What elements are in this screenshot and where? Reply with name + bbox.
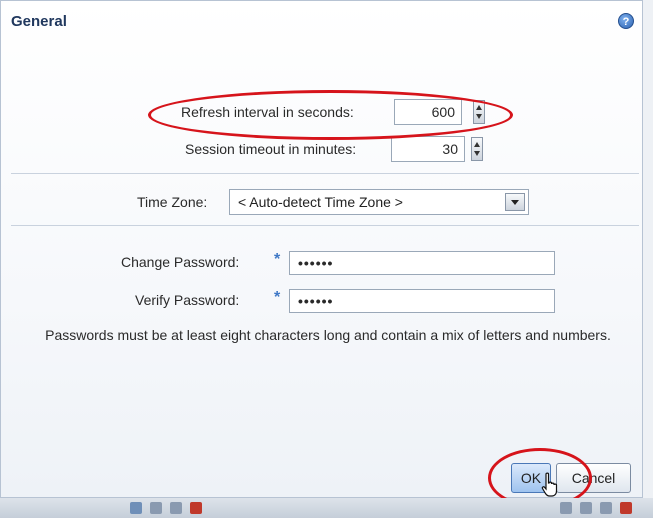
hand-cursor-icon bbox=[541, 472, 558, 497]
toolbar-icon bbox=[130, 502, 142, 514]
refresh-interval-stepper[interactable] bbox=[473, 100, 485, 124]
required-marker: * bbox=[274, 251, 281, 268]
verify-password-field[interactable]: •••••• bbox=[289, 289, 555, 313]
background-toolbar bbox=[0, 498, 653, 518]
time-zone-select[interactable]: < Auto-detect Time Zone > bbox=[229, 189, 529, 215]
refresh-interval-label: Refresh interval in seconds: bbox=[181, 104, 354, 120]
delete-icon bbox=[190, 502, 202, 514]
required-marker: * bbox=[274, 289, 281, 306]
divider bbox=[11, 225, 639, 226]
delete-icon bbox=[620, 502, 632, 514]
help-icon[interactable]: ? bbox=[618, 13, 634, 29]
session-timeout-label: Session timeout in minutes: bbox=[185, 141, 357, 157]
change-password-field[interactable]: •••••• bbox=[289, 251, 555, 275]
refresh-interval-input[interactable]: 600 bbox=[394, 99, 462, 125]
verify-password-label: Verify Password: bbox=[135, 292, 240, 308]
dialog-title: General bbox=[11, 13, 67, 30]
session-timeout-input[interactable]: 30 bbox=[391, 136, 465, 162]
stepper-down-icon[interactable] bbox=[474, 151, 480, 156]
stepper-up-icon[interactable] bbox=[474, 142, 480, 147]
toolbar-icon bbox=[170, 502, 182, 514]
toolbar-icon bbox=[600, 502, 612, 514]
time-zone-label: Time Zone: bbox=[137, 194, 208, 210]
general-dialog: General ? Refresh interval in seconds: 6… bbox=[0, 0, 643, 498]
divider bbox=[11, 173, 639, 174]
session-timeout-stepper[interactable] bbox=[471, 137, 483, 161]
toolbar-icon bbox=[580, 502, 592, 514]
stepper-up-icon[interactable] bbox=[476, 105, 482, 110]
chevron-down-icon[interactable] bbox=[505, 193, 525, 211]
toolbar-icon bbox=[150, 502, 162, 514]
change-password-label: Change Password: bbox=[121, 254, 240, 270]
password-requirements-note: Passwords must be at least eight charact… bbox=[45, 327, 611, 343]
cancel-button[interactable]: Cancel bbox=[556, 463, 631, 493]
toolbar-icon bbox=[560, 502, 572, 514]
time-zone-selected: < Auto-detect Time Zone > bbox=[238, 194, 403, 210]
stepper-down-icon[interactable] bbox=[476, 114, 482, 119]
